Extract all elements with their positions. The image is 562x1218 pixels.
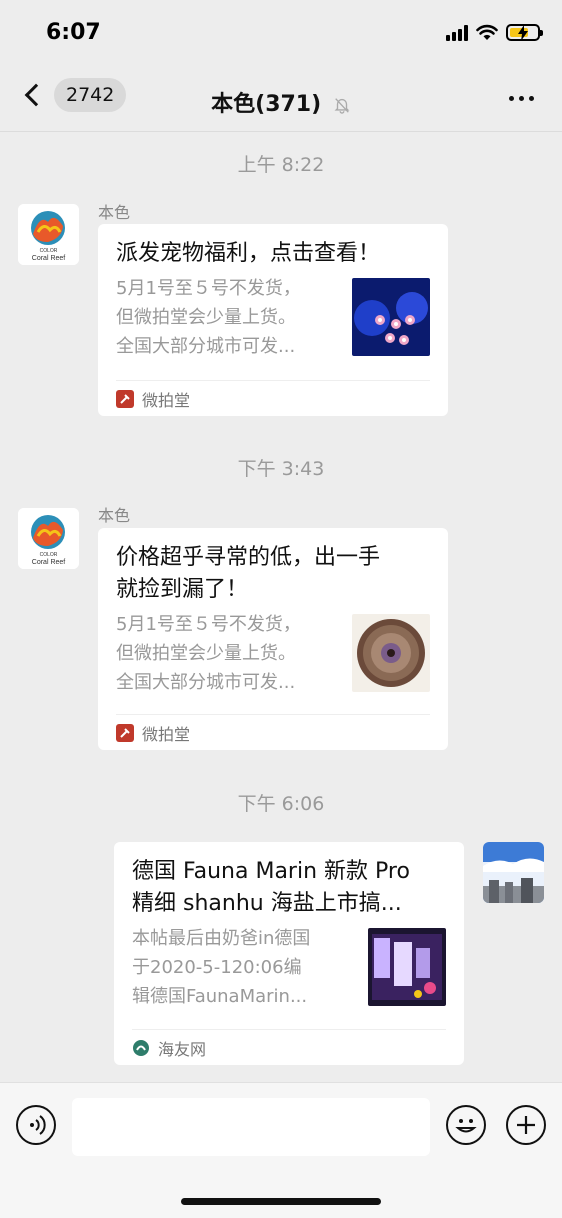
emoji-button[interactable] xyxy=(446,1105,486,1145)
source-name: 微拍堂 xyxy=(142,724,191,744)
chat-title: 本色(371) xyxy=(0,86,562,118)
card-thumbnail xyxy=(368,928,446,1006)
link-card[interactable]: 德国 Fauna Marin 新款 Pro 精细 shanhu 海盐上市搞...… xyxy=(114,842,464,1065)
more-options-button[interactable] xyxy=(509,96,534,101)
sender-name: 本色 xyxy=(98,203,131,222)
status-bar: 6:07 xyxy=(0,0,562,66)
source-name: 海友网 xyxy=(158,1039,207,1059)
my-avatar[interactable] xyxy=(483,842,544,903)
home-indicator[interactable] xyxy=(181,1198,381,1205)
chat-title-text: 本色(371) xyxy=(211,92,322,117)
weipaitang-icon xyxy=(116,389,134,408)
cellular-signal-icon xyxy=(446,24,468,41)
card-source: 海友网 xyxy=(132,1029,446,1065)
chat-header: 2742 本色(371) xyxy=(0,66,562,132)
card-description: 本帖最后由奶爸in德国 于2020-5-120:06编 辑德国FaunaMari… xyxy=(132,928,311,1007)
card-title: 派发宠物福利，点击查看！ xyxy=(116,241,381,266)
card-thumbnail xyxy=(352,614,430,692)
sender-avatar[interactable]: COLOR Coral Reef xyxy=(18,508,79,569)
weipaitang-icon xyxy=(116,723,134,742)
plus-icon xyxy=(517,1116,535,1134)
city-sky-photo-icon xyxy=(483,842,544,903)
timestamp: 下午 3:43 xyxy=(237,458,325,480)
card-description: 5月1号至５号不发货， 但微拍堂会少量上货。 全国大部分城市可发... xyxy=(116,614,301,693)
smile-icon xyxy=(455,1119,477,1133)
card-title: 价格超乎寻常的低，出一手 就捡到漏了！ xyxy=(116,545,381,602)
voice-button[interactable] xyxy=(16,1105,56,1145)
card-thumbnail xyxy=(352,278,430,356)
card-description: 5月1号至５号不发货， 但微拍堂会少量上货。 全国大部分城市可发... xyxy=(116,278,301,357)
sender-name: 本色 xyxy=(98,506,131,525)
card-source: 微拍堂 xyxy=(116,714,430,750)
logo-text-2: Coral Reef xyxy=(32,255,66,262)
logo-text-1: COLOR xyxy=(40,552,58,558)
sender-avatar[interactable]: COLOR Coral Reef xyxy=(18,204,79,265)
coral-reef-logo-icon: COLOR Coral Reef xyxy=(18,508,79,569)
status-icons xyxy=(446,24,543,41)
status-time: 6:07 xyxy=(46,20,101,45)
link-card[interactable]: 价格超乎寻常的低，出一手 就捡到漏了！ 5月1号至５号不发货， 但微拍堂会少量上… xyxy=(98,528,448,750)
card-title: 德国 Fauna Marin 新款 Pro 精细 shanhu 海盐上市搞... xyxy=(132,859,410,916)
source-name: 微拍堂 xyxy=(142,390,191,410)
haiyouwang-icon xyxy=(132,1038,150,1057)
card-source: 微拍堂 xyxy=(116,380,430,416)
battery-icon xyxy=(506,24,543,41)
link-card[interactable]: 派发宠物福利，点击查看！ 5月1号至５号不发货， 但微拍堂会少量上货。 全国大部… xyxy=(98,224,448,416)
wifi-icon xyxy=(476,24,498,40)
logo-text-1: COLOR xyxy=(40,248,58,254)
timestamp: 上午 8:22 xyxy=(237,154,325,176)
logo-text-2: Coral Reef xyxy=(32,559,66,566)
voice-icon xyxy=(30,1115,46,1135)
more-functions-button[interactable] xyxy=(506,1105,546,1145)
timestamp: 下午 6:06 xyxy=(237,793,325,815)
message-input[interactable] xyxy=(72,1098,430,1156)
mute-bell-icon xyxy=(334,98,350,114)
coral-reef-logo-icon: COLOR Coral Reef xyxy=(18,204,79,265)
